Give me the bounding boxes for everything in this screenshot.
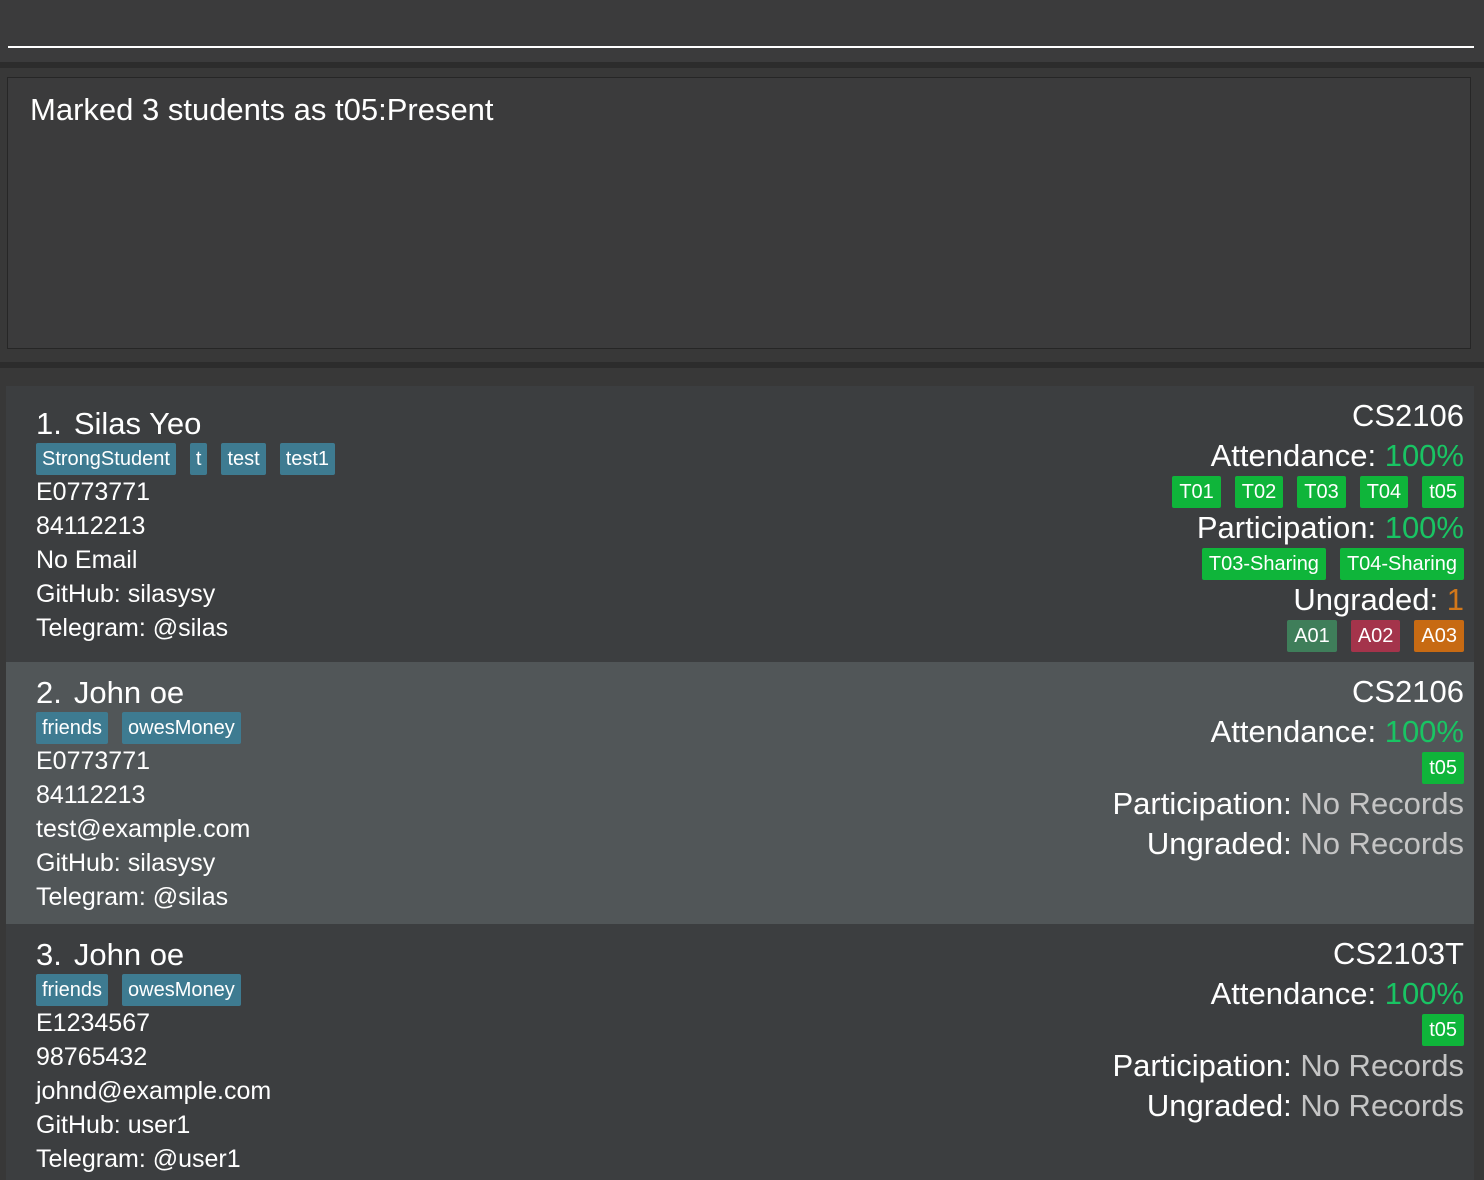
student-card[interactable]: 3. John oe friends owesMoney E1234567 987… xyxy=(6,924,1474,1180)
attendance-tag: t05 xyxy=(1422,752,1464,784)
student-id: E0773771 xyxy=(36,478,151,506)
student-name-text: Silas Yeo xyxy=(73,406,202,441)
participation-value: No Records xyxy=(1300,786,1464,821)
tag: owesMoney xyxy=(122,974,241,1006)
participation-label: Participation: xyxy=(1196,510,1385,545)
participation-tag: T04-Sharing xyxy=(1339,548,1464,580)
tag: test1 xyxy=(279,443,336,475)
ungraded-summary: Ungraded: No Records xyxy=(1147,826,1464,862)
attendance-tag: t05 xyxy=(1422,476,1464,508)
participation-tag: T03-Sharing xyxy=(1201,548,1326,580)
command-input[interactable] xyxy=(8,8,1474,48)
participation-value: No Records xyxy=(1300,1048,1464,1083)
student-name-text: John oe xyxy=(73,937,185,972)
student-phone: 84112213 xyxy=(36,781,146,809)
student-id: E0773771 xyxy=(36,747,151,775)
student-index: 2. xyxy=(36,675,62,710)
student-email: johnd@example.com xyxy=(36,1077,272,1105)
attendance-tag: T02 xyxy=(1234,476,1284,508)
assignment-tag-ungraded: A03 xyxy=(1414,620,1464,652)
student-github: GitHub: user1 xyxy=(36,1111,191,1139)
participation-tags: T03-Sharing T04-Sharing xyxy=(1201,548,1464,580)
attendance-value: 100% xyxy=(1384,438,1464,473)
assignment-tag-graded: A01 xyxy=(1287,620,1337,652)
attendance-summary: Attendance: 100% xyxy=(1211,976,1464,1012)
assignment-tags: A01 A02 A03 xyxy=(1287,620,1464,652)
ungraded-summary: Ungraded: No Records xyxy=(1147,1088,1464,1124)
student-card[interactable]: 1. Silas Yeo StrongStudent t test test1 E… xyxy=(6,386,1474,662)
attendance-tags: T01 T02 T03 T04 t05 xyxy=(1172,476,1464,508)
attendance-tags: t05 xyxy=(1422,752,1464,784)
student-telegram: Telegram: @silas xyxy=(36,614,229,642)
student-name-text: John oe xyxy=(73,675,185,710)
ungraded-value: 1 xyxy=(1446,582,1464,617)
ungraded-label: Ungraded: xyxy=(1146,1088,1301,1123)
student-telegram: Telegram: @silas xyxy=(36,883,229,911)
course-code: CS2106 xyxy=(1351,674,1464,709)
attendance-tags: t05 xyxy=(1422,1014,1464,1046)
student-tags: friends owesMoney xyxy=(36,712,241,744)
student-tags: friends owesMoney xyxy=(36,974,241,1006)
attendance-value: 100% xyxy=(1384,976,1464,1011)
participation-value: 100% xyxy=(1384,510,1464,545)
tag: t xyxy=(189,443,208,475)
student-telegram: Telegram: @user1 xyxy=(36,1145,241,1173)
ungraded-value: No Records xyxy=(1300,826,1464,861)
ungraded-label: Ungraded: xyxy=(1293,582,1447,617)
student-email: No Email xyxy=(36,546,138,574)
student-name: 1. Silas Yeo xyxy=(36,406,201,442)
command-box xyxy=(0,0,1484,62)
student-card-selected[interactable]: 2. John oe friends owesMoney E0773771 841… xyxy=(6,662,1474,924)
tag: owesMoney xyxy=(122,712,241,744)
attendance-label: Attendance: xyxy=(1210,438,1385,473)
student-name: 2. John oe xyxy=(36,675,184,711)
attendance-label: Attendance: xyxy=(1210,976,1385,1011)
result-display[interactable]: Marked 3 students as t05:Present xyxy=(7,77,1471,349)
participation-summary: Participation: No Records xyxy=(1112,1048,1464,1084)
student-phone: 98765432 xyxy=(36,1043,148,1071)
student-github: GitHub: silasysy xyxy=(36,580,216,608)
student-phone: 84112213 xyxy=(36,512,146,540)
attendance-tag: T04 xyxy=(1359,476,1409,508)
student-id: E1234567 xyxy=(36,1009,151,1037)
attendance-tag: T03 xyxy=(1297,476,1346,508)
attendance-summary: Attendance: 100% xyxy=(1211,714,1464,750)
tag: friends xyxy=(36,712,109,744)
result-pane: Marked 3 students as t05:Present xyxy=(0,68,1484,360)
tag: friends xyxy=(36,974,109,1006)
student-name: 3. John oe xyxy=(36,937,184,973)
participation-label: Participation: xyxy=(1112,786,1301,821)
student-email: test@example.com xyxy=(36,815,251,843)
course-code: CS2103T xyxy=(1333,936,1464,971)
attendance-tag: T01 xyxy=(1172,476,1221,508)
participation-summary: Participation: No Records xyxy=(1112,786,1464,822)
tag: test xyxy=(221,443,266,475)
attendance-value: 100% xyxy=(1384,714,1464,749)
participation-label: Participation: xyxy=(1112,1048,1301,1083)
student-index: 3. xyxy=(36,937,62,972)
attendance-tag: t05 xyxy=(1422,1014,1464,1046)
attendance-label: Attendance: xyxy=(1210,714,1385,749)
student-github: GitHub: silasysy xyxy=(36,849,216,877)
ungraded-summary: Ungraded: 1 xyxy=(1293,582,1464,618)
attendance-summary: Attendance: 100% xyxy=(1211,438,1464,474)
student-list[interactable]: 1. Silas Yeo StrongStudent t test test1 E… xyxy=(0,368,1484,1180)
tag: StrongStudent xyxy=(36,443,176,475)
assignment-tag-late: A02 xyxy=(1350,620,1401,652)
ungraded-value: No Records xyxy=(1300,1088,1464,1123)
course-code: CS2106 xyxy=(1351,398,1464,433)
participation-summary: Participation: 100% xyxy=(1197,510,1464,546)
ungraded-label: Ungraded: xyxy=(1146,826,1301,861)
student-tags: StrongStudent t test test1 xyxy=(36,443,336,475)
student-index: 1. xyxy=(36,406,62,441)
result-message: Marked 3 students as t05:Present xyxy=(30,92,494,127)
